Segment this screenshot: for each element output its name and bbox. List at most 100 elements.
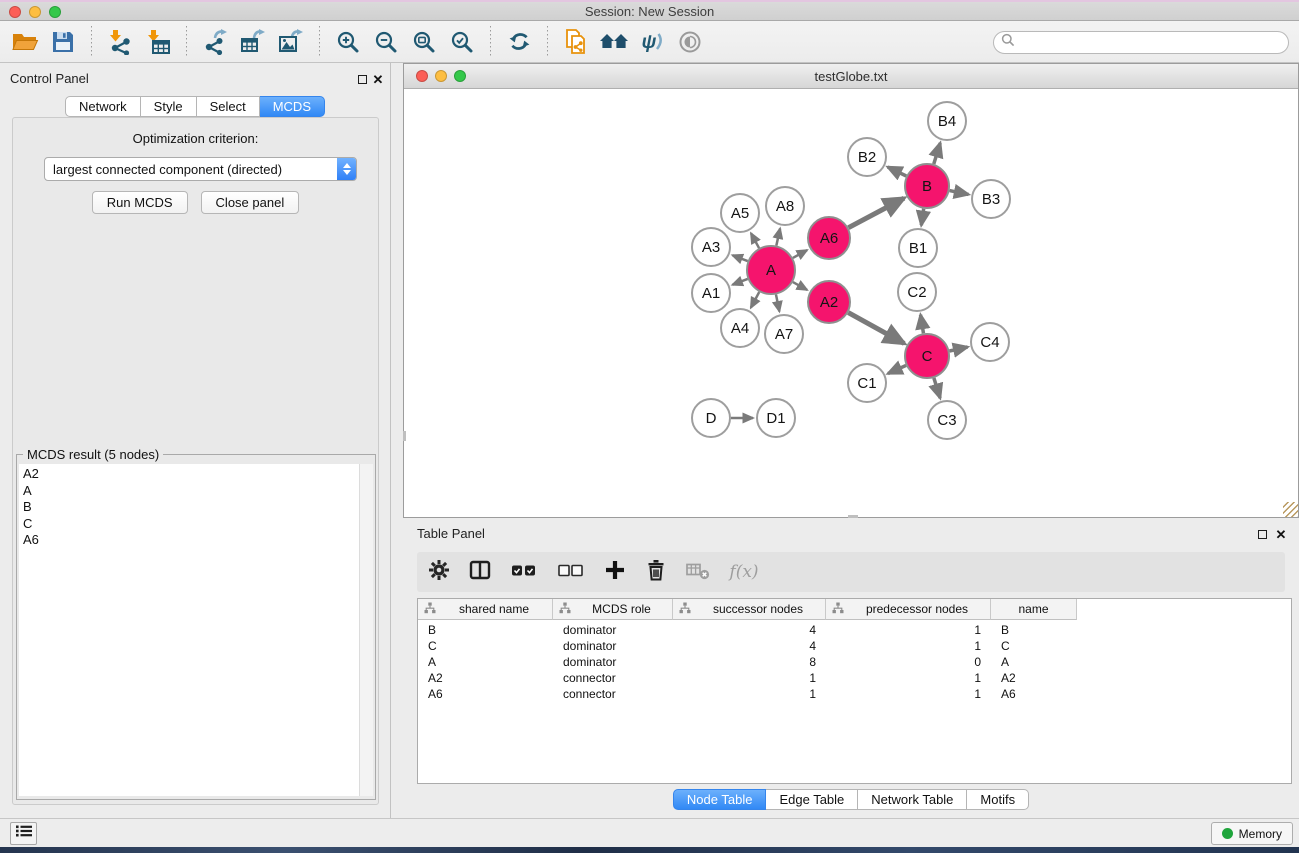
- table-cell[interactable]: A: [991, 655, 1077, 669]
- homes-button[interactable]: [595, 24, 633, 60]
- create-column-button[interactable]: [601, 557, 629, 587]
- show-panels-button[interactable]: [10, 822, 37, 845]
- network-window-titlebar[interactable]: testGlobe.txt: [404, 64, 1298, 89]
- table-cell[interactable]: 1: [826, 639, 991, 653]
- graph-edge[interactable]: [776, 294, 779, 311]
- graph-edge[interactable]: [950, 191, 969, 195]
- table-cell[interactable]: B: [991, 623, 1077, 637]
- close-panel-icon[interactable]: ✕: [371, 72, 385, 86]
- table-cell[interactable]: 4: [673, 623, 826, 637]
- graph-edge[interactable]: [751, 292, 759, 308]
- table-row[interactable]: A6connector11A6: [418, 686, 1291, 702]
- tab-edge-table[interactable]: Edge Table: [766, 789, 858, 810]
- table-cell[interactable]: 8: [673, 655, 826, 669]
- tab-mcds[interactable]: MCDS: [260, 96, 325, 117]
- table-cell[interactable]: A6: [418, 687, 553, 701]
- graph-edge[interactable]: [793, 250, 807, 258]
- float-panel-icon[interactable]: [355, 72, 369, 86]
- graph-edge[interactable]: [776, 228, 780, 245]
- table-cell[interactable]: A2: [418, 671, 553, 685]
- table-row[interactable]: Cdominator41C: [418, 638, 1291, 654]
- column-header[interactable]: predecessor nodes: [826, 599, 991, 620]
- column-header[interactable]: successor nodes: [673, 599, 826, 620]
- tab-select[interactable]: Select: [197, 96, 260, 117]
- refresh-button[interactable]: [500, 24, 538, 60]
- graph-edge[interactable]: [934, 378, 940, 398]
- tab-network[interactable]: Network: [65, 96, 141, 117]
- split-view-button[interactable]: [466, 557, 494, 587]
- graph-edge[interactable]: [732, 279, 747, 285]
- table-cell[interactable]: 1: [673, 687, 826, 701]
- zoom-fit-button[interactable]: [405, 24, 443, 60]
- delete-column-button[interactable]: [642, 557, 670, 587]
- zoom-in-button[interactable]: [329, 24, 367, 60]
- float-table-panel-icon[interactable]: [1255, 527, 1269, 541]
- table-cell[interactable]: A6: [991, 687, 1077, 701]
- psi-tool-button[interactable]: ψ: [633, 24, 671, 60]
- mcds-result-item[interactable]: C: [23, 516, 359, 533]
- column-header[interactable]: MCDS role: [553, 599, 673, 620]
- table-cell[interactable]: dominator: [553, 623, 673, 637]
- table-cell[interactable]: connector: [553, 687, 673, 701]
- delete-table-button[interactable]: [683, 557, 711, 587]
- import-network-button[interactable]: [101, 24, 139, 60]
- graph-edge[interactable]: [751, 233, 759, 248]
- network-graph[interactable]: B4B2BB3A8A5A6A3B1AA1C2A2A4A7C4CC1C3DD1: [404, 89, 1298, 517]
- table-cell[interactable]: 0: [826, 655, 991, 669]
- import-table-button[interactable]: [139, 24, 177, 60]
- network-canvas[interactable]: B4B2BB3A8A5A6A3B1AA1C2A2A4A7C4CC1C3DD1: [404, 89, 1298, 517]
- clone-network-button[interactable]: [557, 24, 595, 60]
- export-image-button[interactable]: [272, 24, 310, 60]
- table-cell[interactable]: 1: [826, 671, 991, 685]
- eye-button[interactable]: [671, 24, 709, 60]
- table-cell[interactable]: B: [418, 623, 553, 637]
- table-cell[interactable]: A2: [991, 671, 1077, 685]
- graph-edge[interactable]: [921, 209, 923, 225]
- graph-edge[interactable]: [934, 143, 940, 164]
- tab-network-table[interactable]: Network Table: [858, 789, 967, 810]
- zoom-out-button[interactable]: [367, 24, 405, 60]
- zoom-selected-button[interactable]: [443, 24, 481, 60]
- criterion-dropdown[interactable]: largest connected component (directed): [44, 157, 357, 181]
- export-table-button[interactable]: [234, 24, 272, 60]
- table-row[interactable]: Adominator80A: [418, 654, 1291, 670]
- table-cell[interactable]: 1: [673, 671, 826, 685]
- mcds-result-item[interactable]: A2: [23, 466, 359, 483]
- run-mcds-button[interactable]: Run MCDS: [92, 191, 188, 214]
- column-header[interactable]: name: [991, 599, 1077, 620]
- tab-node-table[interactable]: Node Table: [673, 789, 767, 810]
- table-row[interactable]: A2connector11A2: [418, 670, 1291, 686]
- table-cell[interactable]: 1: [826, 687, 991, 701]
- open-session-button[interactable]: [6, 24, 44, 60]
- graph-edge[interactable]: [921, 315, 924, 334]
- export-network-button[interactable]: [196, 24, 234, 60]
- table-cell[interactable]: C: [418, 639, 553, 653]
- graph-edge[interactable]: [848, 313, 904, 344]
- hide-all-columns-button[interactable]: [554, 557, 588, 587]
- table-cell[interactable]: dominator: [553, 639, 673, 653]
- mcds-result-item[interactable]: A: [23, 483, 359, 500]
- mcds-result-scrollbar[interactable]: [359, 464, 373, 796]
- graph-edge[interactable]: [793, 282, 807, 290]
- table-row[interactable]: Bdominator41B: [418, 622, 1291, 638]
- mcds-result-item[interactable]: B: [23, 499, 359, 516]
- column-header[interactable]: shared name: [418, 599, 553, 620]
- mcds-result-item[interactable]: A6: [23, 532, 359, 549]
- graph-edge[interactable]: [732, 255, 747, 261]
- table-cell[interactable]: C: [991, 639, 1077, 653]
- save-session-button[interactable]: [44, 24, 82, 60]
- table-settings-button[interactable]: [425, 557, 453, 587]
- function-builder-button[interactable]: f(x): [724, 557, 764, 587]
- graph-edge[interactable]: [888, 167, 907, 176]
- graph-edge[interactable]: [888, 365, 906, 373]
- table-cell[interactable]: A: [418, 655, 553, 669]
- table-cell[interactable]: 1: [826, 623, 991, 637]
- tab-style[interactable]: Style: [141, 96, 197, 117]
- tab-motifs[interactable]: Motifs: [967, 789, 1029, 810]
- table-cell[interactable]: 4: [673, 639, 826, 653]
- resize-grip[interactable]: [1283, 502, 1298, 517]
- close-table-panel-icon[interactable]: ✕: [1274, 527, 1288, 541]
- search-input[interactable]: [1015, 35, 1288, 51]
- table-cell[interactable]: dominator: [553, 655, 673, 669]
- graph-edge[interactable]: [848, 198, 904, 228]
